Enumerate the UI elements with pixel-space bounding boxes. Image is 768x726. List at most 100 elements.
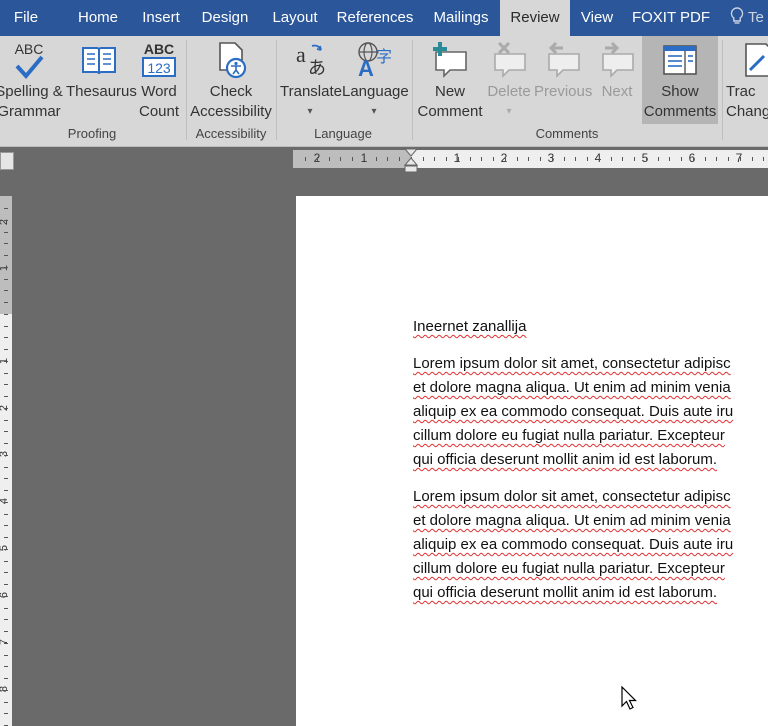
chevron-down-icon: ▾ (307, 106, 313, 117)
ruler-tick (4, 502, 8, 503)
translate-button[interactable]: a あ Translate ▾ (280, 36, 342, 124)
show-comments-icon (663, 45, 697, 75)
spelling-icon-text: ABC (15, 41, 44, 57)
delete-comment-icon (494, 41, 526, 78)
tab-selector[interactable] (0, 152, 14, 170)
ruler-tick (552, 157, 553, 161)
previous-comment-icon (548, 41, 580, 78)
ruler-tick (4, 643, 8, 644)
ruler-tick (446, 157, 447, 161)
ruler-tick (4, 361, 8, 362)
paragraph-1[interactable]: Lorem ipsum dolor sit amet, consectetur … (413, 352, 733, 472)
text-line: qui officia deserunt mollit anim id est … (413, 584, 718, 601)
thesaurus-label: Thesaurus (66, 83, 137, 100)
ruler-tick (634, 157, 635, 161)
new-comment-button[interactable]: New Comment (416, 36, 484, 124)
tab-review[interactable]: Review (500, 0, 570, 36)
ruler-tick (4, 490, 8, 491)
word-count-button[interactable]: ABC 123 Word Count (136, 36, 182, 124)
ruler-tick (716, 157, 717, 161)
ruler-tick (669, 157, 670, 161)
tell-me-text: Te (748, 9, 764, 26)
horizontal-ruler[interactable]: 2 1 1 2 3 4 5 6 7 (293, 150, 768, 168)
lightbulb-icon (730, 7, 744, 24)
ruler-tick (4, 220, 8, 221)
language-button[interactable]: A 字 Language ▾ (342, 36, 409, 124)
ruler-tick (4, 443, 8, 444)
tab-references[interactable]: References (334, 0, 416, 36)
ruler-tick (481, 157, 482, 161)
show-comments-button[interactable]: Show Comments (642, 36, 718, 124)
review-ribbon: ABC Spelling & Grammar Thesaurus ABC 123… (0, 36, 768, 147)
ruler-tick (517, 157, 518, 161)
ruler-number: 7 (0, 639, 10, 645)
group-divider (276, 40, 277, 140)
tab-design[interactable]: Design (194, 0, 256, 36)
delete-comment-button[interactable]: Delete ▾ (486, 36, 532, 124)
text-line: Lorem ipsum dolor sit amet, consectetur … (413, 355, 731, 372)
ruler-tick (575, 157, 576, 161)
ruler-tick (364, 157, 365, 161)
ruler-tick (4, 666, 8, 667)
svg-text:A: A (358, 56, 374, 80)
tab-file[interactable]: File (0, 0, 52, 36)
text-line: Lorem ipsum dolor sit amet, consectetur … (413, 488, 731, 505)
track-changes-icon (745, 43, 768, 77)
ruler-tick (540, 157, 541, 161)
ruler-number: 4 (0, 498, 10, 504)
ruler-tick (4, 396, 8, 397)
ruler-tick (4, 596, 8, 597)
ruler-tick (423, 157, 424, 161)
paragraph-2[interactable]: Lorem ipsum dolor sit amet, consectetur … (413, 485, 733, 605)
tab-foxit-pdf[interactable]: FOXIT PDF (628, 0, 714, 36)
ruler-tick (4, 326, 8, 327)
svg-text:a: a (296, 42, 306, 67)
next-comment-button[interactable]: Next (594, 36, 640, 124)
vertical-ruler[interactable]: 2 1 1 2 3 4 5 6 7 8 (0, 196, 12, 726)
ruler-tick (399, 157, 400, 161)
previous-comment-button[interactable]: Previous (534, 36, 592, 124)
next-comment-icon (602, 41, 634, 78)
ruler-tick (4, 255, 8, 256)
ruler-number: 7 (735, 151, 743, 165)
thesaurus-button[interactable]: Thesaurus (66, 36, 137, 124)
tab-insert[interactable]: Insert (131, 0, 191, 36)
track-changes-button[interactable]: Trac Chang (724, 36, 768, 124)
check-accessibility-button[interactable]: Check Accessibility (190, 36, 272, 124)
tab-home[interactable]: Home (66, 0, 130, 36)
text-line: et dolore magna aliqua. Ut enim ad minim… (413, 512, 731, 529)
svg-text:字: 字 (376, 47, 392, 66)
ruler-tick (728, 157, 729, 161)
spelling-check-icon: ABC (15, 41, 44, 80)
ruler-tick (376, 157, 377, 161)
ruler-number: 4 (594, 151, 602, 165)
document-page[interactable]: Ineernet zanallija Lorem ipsum dolor sit… (296, 196, 768, 726)
group-label-comments: Comments (535, 126, 599, 141)
tell-me-box[interactable]: Te (730, 0, 764, 36)
spelling-grammar-label: Spelling & Grammar (0, 83, 63, 120)
spelling-grammar-button[interactable]: ABC Spelling & Grammar (0, 36, 64, 124)
ruler-number: 1 (0, 265, 10, 271)
ruler-tick (4, 702, 8, 703)
ruler-tick (4, 525, 8, 526)
delete-comment-label: Delete ▾ (486, 82, 532, 122)
ruler-tick (4, 373, 8, 374)
ruler-tick (528, 157, 529, 161)
tab-mailings[interactable]: Mailings (426, 0, 496, 36)
language-label: Language ▾ (342, 82, 409, 122)
ruler-tick (505, 157, 506, 161)
tab-layout[interactable]: Layout (264, 0, 326, 36)
ruler-tick (4, 584, 8, 585)
new-comment-label: New Comment (417, 83, 483, 120)
chevron-down-icon: ▾ (371, 106, 377, 117)
document-title[interactable]: Ineernet zanallija (413, 318, 526, 335)
book-icon (82, 47, 116, 75)
ruler-tick (740, 157, 741, 161)
tab-view[interactable]: View (574, 0, 620, 36)
indent-markers[interactable] (404, 148, 418, 174)
group-label-proofing: Proofing (67, 126, 117, 141)
ruler-tick (4, 267, 8, 268)
ruler-tick (4, 572, 8, 573)
ruler-tick (4, 455, 8, 456)
ruler-tick (622, 157, 623, 161)
